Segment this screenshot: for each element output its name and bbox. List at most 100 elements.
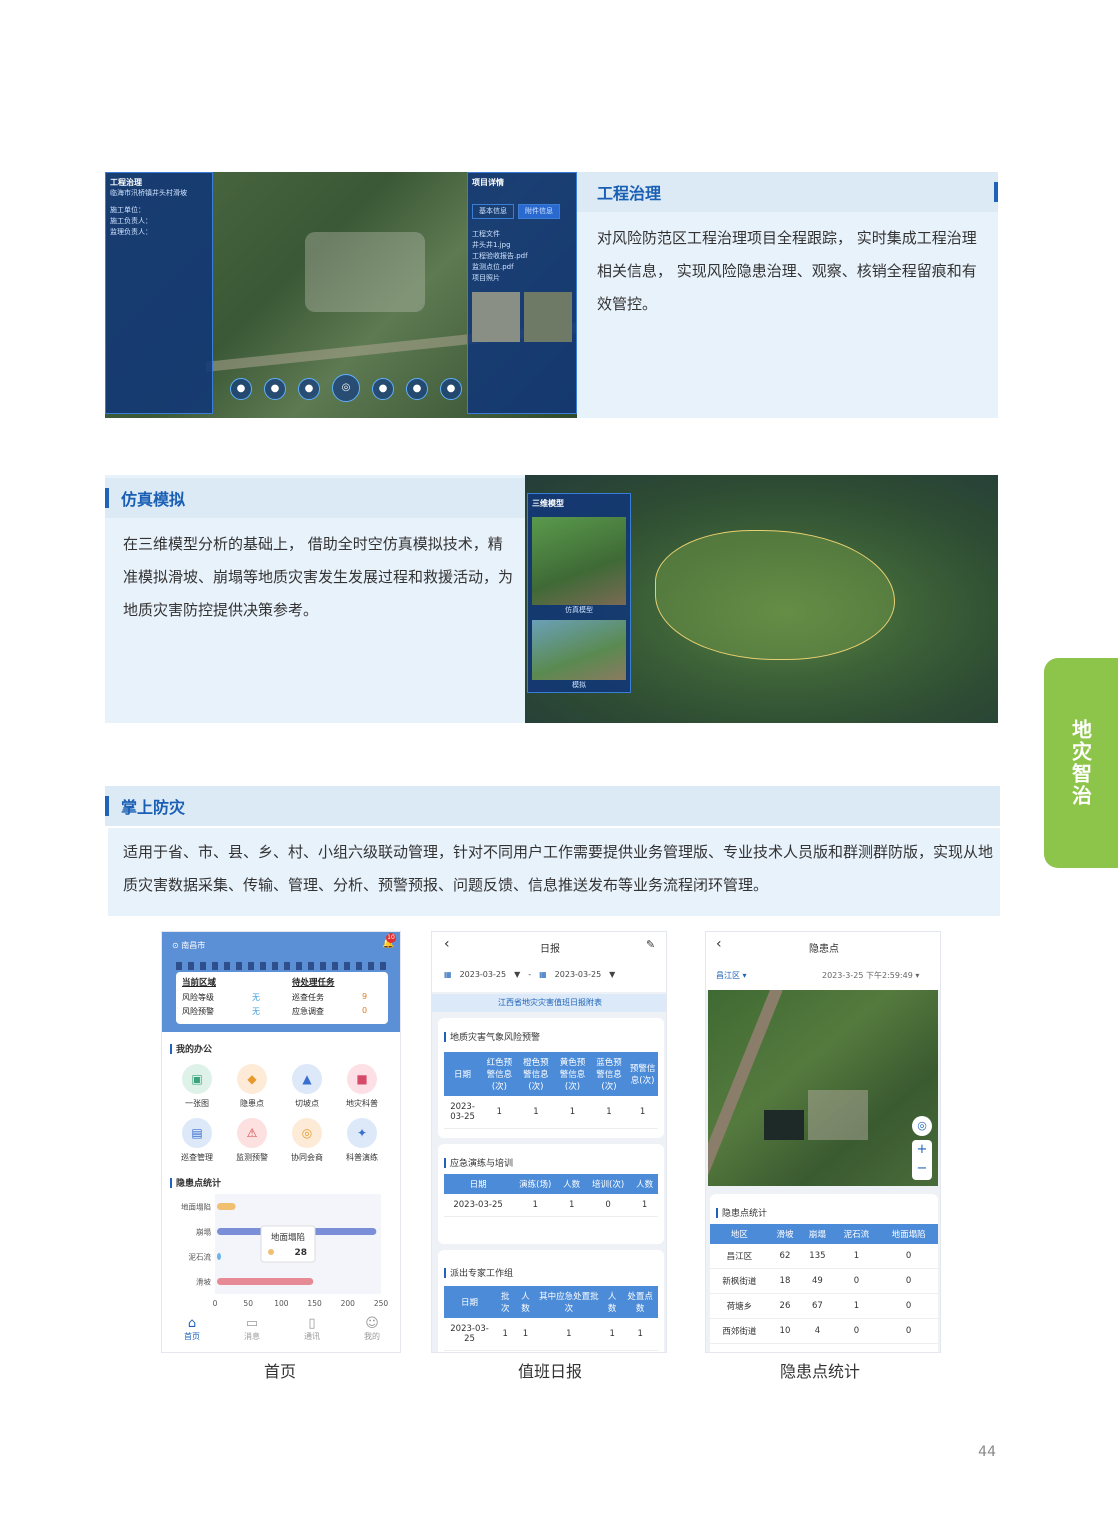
model-image[interactable] bbox=[532, 517, 626, 605]
datetime-select[interactable]: 2023-3-25 下午2:59:49 ▾ bbox=[822, 970, 919, 981]
photo-thumb[interactable] bbox=[524, 292, 572, 342]
dock-button[interactable]: ● bbox=[264, 378, 286, 400]
office-title: 我的办公 bbox=[170, 1042, 212, 1055]
photo-thumb[interactable] bbox=[472, 292, 520, 342]
patrol-task-label[interactable]: 巡查任务 bbox=[292, 992, 362, 1003]
warning-block: 地质灾害气象风险预警 日期 红色预警信息(次) 橙色预警信息(次) 黄色预警信息(次)… bbox=[438, 1018, 664, 1138]
phone-home: ⊙ 南昌市 🔔 10 当前区域 待处理任务 风险等级 无 巡查任务 9 风险预警… bbox=[161, 931, 401, 1353]
icon-label: 一张图 bbox=[185, 1099, 209, 1108]
simulation-title: 仿真模拟 bbox=[121, 490, 186, 509]
patrol-task-count: 9 bbox=[362, 992, 368, 1001]
category-label: 地面塌陷 bbox=[181, 1202, 211, 1212]
tab-messages[interactable]: ▭ 消息 bbox=[244, 1316, 260, 1352]
tab-attachments[interactable]: 附件信息 bbox=[518, 204, 560, 219]
table-row[interactable]: 荷塘乡 26 67 1 0 bbox=[710, 1293, 938, 1319]
report-banner: 江西省地灾灾害值班日报附表 bbox=[432, 994, 666, 1012]
user-icon: ☺ bbox=[365, 1316, 379, 1331]
dropdown-icon[interactable]: ▼ bbox=[514, 970, 520, 979]
model-caption: 仿真模型 bbox=[565, 606, 593, 614]
icon-label: 监测预警 bbox=[236, 1153, 268, 1162]
simulation-map: 三维模型 仿真模型 模拟 bbox=[525, 475, 998, 723]
table-row: 2023-03-25 1 1 0 1 bbox=[444, 1194, 658, 1217]
locate-icon[interactable]: ◎ bbox=[912, 1116, 932, 1136]
table-row: 2023-03-25 1 1 1 1 1 bbox=[444, 1096, 658, 1129]
left-panel-line: 施工单位： bbox=[110, 206, 145, 214]
emergency-survey-label[interactable]: 应急调查 bbox=[292, 1006, 362, 1017]
model-panel-title: 三维模型 bbox=[532, 499, 564, 508]
mobile-text: 适用于省、市、县、乡、村、小组六级联动管理，针对不同用户工作需要提供业务管理版、… bbox=[123, 843, 994, 894]
engineering-title-row: 工程治理 bbox=[577, 172, 998, 212]
hazard-table: 地区 滑坡 崩塌 泥石流 地面塌陷 昌江区 62 135 1 0 新枫街道 18 49 0 0 荷塘乡 2… bbox=[710, 1224, 938, 1344]
table-row[interactable]: 新枫街道 18 49 0 0 bbox=[710, 1268, 938, 1294]
dock-button[interactable]: ● bbox=[298, 378, 320, 400]
table-row[interactable]: 昌江区 62 135 1 0 bbox=[710, 1244, 938, 1269]
right-panel-title: 项目详情 bbox=[472, 178, 504, 187]
x-tick-label: 150 bbox=[307, 1299, 322, 1308]
risk-level-label: 风险等级 bbox=[182, 993, 214, 1002]
dock-button[interactable]: ● bbox=[372, 378, 394, 400]
tab-home[interactable]: ⌂ 首页 bbox=[184, 1316, 200, 1352]
tab-contacts[interactable]: ▯ 通讯 bbox=[304, 1316, 320, 1352]
drill-table: 日期 演练(场) 人数 培训(次) 人数 2023-03-25 1 1 0 1 bbox=[444, 1174, 658, 1217]
file-item[interactable]: 项目照片 bbox=[472, 273, 572, 284]
message-icon: ▭ bbox=[245, 1316, 259, 1331]
file-item[interactable]: 工程验收报告.pdf bbox=[472, 251, 572, 262]
chart-bar[interactable] bbox=[217, 1253, 221, 1260]
dock-button[interactable]: ● bbox=[230, 378, 252, 400]
chart-tooltip: 地面塌陷 28 bbox=[260, 1225, 316, 1263]
slope-icon[interactable]: ▲ bbox=[292, 1064, 322, 1094]
left-panel-title: 工程治理 bbox=[110, 178, 142, 187]
notification-badge: 10 bbox=[386, 933, 396, 943]
chapter-side-tab[interactable]: 地灾智治 bbox=[1044, 658, 1118, 868]
risk-warning-value: 无 bbox=[252, 1007, 260, 1016]
zoom-control[interactable]: + − bbox=[912, 1140, 932, 1180]
alarm-icon[interactable]: ⚠ bbox=[237, 1118, 267, 1148]
left-panel-line: 监理负责人： bbox=[110, 228, 152, 236]
model-image[interactable] bbox=[532, 620, 626, 680]
tab-profile[interactable]: ☺ 我的 bbox=[364, 1316, 380, 1352]
warning-block-title: 地质灾害气象风险预警 bbox=[444, 1030, 540, 1043]
date-range: ▦ 2023-03-25 ▼ - ▦ 2023-03-25 ▼ bbox=[444, 970, 615, 979]
file-item[interactable]: 监测点位.pdf bbox=[472, 262, 572, 273]
bottom-dock: ● ● ● ◎ ● ● ● bbox=[230, 374, 462, 402]
hazard-stats-title: 隐患点统计 bbox=[716, 1206, 767, 1219]
chart-bar[interactable] bbox=[217, 1278, 314, 1285]
file-item[interactable]: 井头井1.jpg bbox=[472, 240, 572, 251]
file-item[interactable]: 工程文件 bbox=[472, 229, 572, 240]
edit-icon[interactable]: ✎ bbox=[646, 938, 655, 951]
x-tick-label: 100 bbox=[274, 1299, 289, 1308]
chart-bar[interactable] bbox=[217, 1203, 236, 1210]
table-row[interactable]: 西郊街道 10 4 0 0 bbox=[710, 1318, 938, 1344]
report-title: 日报 bbox=[540, 944, 560, 955]
date-separator: - bbox=[528, 970, 532, 979]
meeting-icon[interactable]: ◎ bbox=[292, 1118, 322, 1148]
engineering-text: 对风险防范区工程治理项目全程跟踪， 实时集成工程治理相关信息， 实现风险隐患治理… bbox=[597, 229, 977, 313]
city-label[interactable]: ⊙ 南昌市 bbox=[172, 940, 205, 951]
icon-label: 切坡点 bbox=[295, 1099, 319, 1108]
dock-button[interactable]: ● bbox=[440, 378, 462, 400]
category-label: 滑坡 bbox=[196, 1277, 211, 1287]
simulation-title-row: 仿真模拟 bbox=[105, 478, 525, 518]
drill-icon[interactable]: ✦ bbox=[347, 1118, 377, 1148]
book-icon[interactable]: ■ bbox=[347, 1064, 377, 1094]
x-tick-label: 0 bbox=[213, 1299, 218, 1308]
risk-level-value: 无 bbox=[252, 993, 260, 1002]
left-panel-line: 临海市汛桥镇井头村滑坡 bbox=[110, 189, 187, 197]
mobile-title: 掌上防灾 bbox=[121, 798, 186, 817]
dock-button[interactable]: ◎ bbox=[332, 374, 360, 402]
map-icon[interactable]: ▣ bbox=[182, 1064, 212, 1094]
date-from[interactable]: 2023-03-25 bbox=[460, 970, 507, 979]
x-tick-label: 50 bbox=[243, 1299, 253, 1308]
phone-report: ‹ 日报 ✎ ▦ 2023-03-25 ▼ - ▦ 2023-03-25 ▼ 江… bbox=[431, 931, 667, 1353]
dropdown-icon[interactable]: ▼ bbox=[609, 970, 615, 979]
hazard-icon[interactable]: ◆ bbox=[237, 1064, 267, 1094]
district-select[interactable]: 昌江区 ▾ bbox=[716, 970, 747, 981]
tab-basic-info[interactable]: 基本信息 bbox=[472, 204, 514, 219]
dock-button[interactable]: ● bbox=[406, 378, 428, 400]
risk-warning-label: 风险预警 bbox=[182, 1007, 214, 1016]
patrol-icon[interactable]: ▤ bbox=[182, 1118, 212, 1148]
satellite-map[interactable]: ◎ + − bbox=[708, 990, 938, 1186]
icon-label: 科普演练 bbox=[346, 1153, 378, 1162]
tooltip-value: 28 bbox=[294, 1248, 307, 1258]
date-to[interactable]: 2023-03-25 bbox=[555, 970, 602, 979]
